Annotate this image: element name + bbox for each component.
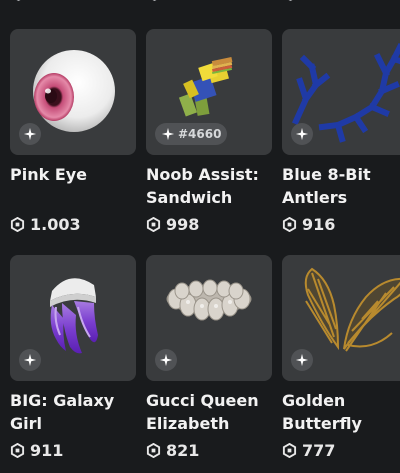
robux-icon bbox=[16, 0, 21, 1]
item-price: 777 bbox=[282, 441, 400, 460]
item-card-blue-8bit-antlers[interactable]: Blue 8-Bit Antlers 916 bbox=[282, 29, 400, 234]
item-name-line: Golden bbox=[282, 391, 346, 410]
item-name-line: Sandwich bbox=[146, 188, 233, 207]
limited-sparkle-icon bbox=[161, 127, 175, 141]
item-name-line: Antlers bbox=[282, 188, 348, 207]
robux-icon bbox=[10, 217, 25, 232]
item-name-line: Noob Assist: bbox=[146, 165, 259, 184]
item-thumbnail[interactable] bbox=[282, 29, 400, 155]
limited-badge bbox=[19, 123, 41, 145]
catalog-grid: Pink Eye 1.003 #4660 Noob Assist: Sandwi… bbox=[0, 0, 400, 473]
item-name-line: Butterfly bbox=[282, 414, 362, 433]
item-card-gucci-queen-elizabeth[interactable]: Gucci Queen Elizabeth 821 bbox=[146, 255, 272, 460]
limited-sparkle-icon bbox=[23, 353, 37, 367]
limited-sparkle-icon bbox=[159, 353, 173, 367]
price-value: 911 bbox=[30, 441, 64, 460]
prev-price bbox=[12, 0, 25, 1]
item-name-line: Gucci Queen bbox=[146, 391, 259, 410]
item-name[interactable]: BIG: Galaxy Girl bbox=[10, 389, 136, 435]
robux-icon bbox=[10, 443, 25, 458]
limited-serial-badge: #4660 bbox=[155, 123, 228, 145]
item-name[interactable]: Noob Assist: Sandwich bbox=[146, 163, 272, 209]
item-name[interactable]: Blue 8-Bit Antlers bbox=[282, 163, 400, 209]
item-name-line: Elizabeth bbox=[146, 414, 230, 433]
item-name-line: Girl bbox=[10, 414, 42, 433]
item-name[interactable]: Gucci Queen Elizabeth bbox=[146, 389, 272, 435]
robux-icon bbox=[288, 0, 293, 1]
item-thumbnail[interactable] bbox=[146, 255, 272, 381]
robux-icon bbox=[152, 0, 157, 1]
robux-icon bbox=[282, 443, 297, 458]
prev-price bbox=[284, 0, 297, 1]
item-thumbnail[interactable] bbox=[10, 255, 136, 381]
item-name-line: BIG: Galaxy bbox=[10, 391, 115, 410]
item-name[interactable]: Golden Butterfly bbox=[282, 389, 400, 435]
item-thumbnail[interactable]: #4660 bbox=[146, 29, 272, 155]
limited-badge bbox=[19, 349, 41, 371]
price-value: 998 bbox=[166, 215, 200, 234]
previous-row-prices bbox=[0, 0, 400, 8]
prev-price bbox=[148, 0, 161, 1]
item-card-golden-butterfly[interactable]: Golden Butterfly 777 bbox=[282, 255, 400, 460]
item-card-noob-assist-sandwich[interactable]: #4660 Noob Assist: Sandwich 998 bbox=[146, 29, 272, 234]
item-price: 998 bbox=[146, 215, 272, 234]
price-value: 916 bbox=[302, 215, 336, 234]
item-price: 1.003 bbox=[10, 215, 136, 234]
limited-sparkle-icon bbox=[23, 127, 37, 141]
robux-icon bbox=[146, 217, 161, 232]
price-value: 1.003 bbox=[30, 215, 81, 234]
item-price: 911 bbox=[10, 441, 136, 460]
item-card-pink-eye[interactable]: Pink Eye 1.003 bbox=[10, 29, 136, 234]
item-name-line: Blue 8-Bit bbox=[282, 165, 371, 184]
item-price: 916 bbox=[282, 215, 400, 234]
robux-icon bbox=[282, 217, 297, 232]
price-value: 821 bbox=[166, 441, 200, 460]
item-thumbnail[interactable] bbox=[282, 255, 400, 381]
limited-badge bbox=[155, 349, 177, 371]
limited-badge bbox=[291, 349, 313, 371]
price-value: 777 bbox=[302, 441, 336, 460]
item-price: 821 bbox=[146, 441, 272, 460]
limited-sparkle-icon bbox=[295, 353, 309, 367]
robux-icon bbox=[146, 443, 161, 458]
item-thumbnail[interactable] bbox=[10, 29, 136, 155]
item-name-line: Pink Eye bbox=[10, 165, 88, 184]
item-card-big-galaxy-girl[interactable]: BIG: Galaxy Girl 911 bbox=[10, 255, 136, 460]
item-name[interactable]: Pink Eye bbox=[10, 163, 136, 209]
limited-badge bbox=[291, 123, 313, 145]
limited-sparkle-icon bbox=[295, 127, 309, 141]
serial-number: #4660 bbox=[178, 127, 222, 141]
